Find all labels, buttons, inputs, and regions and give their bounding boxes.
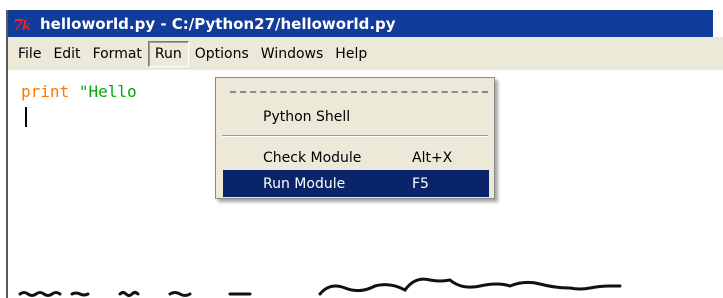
window-title: helloworld.py - C:/Python27/helloworld.p… [40,14,396,33]
menu-item-label: Python Shell [263,108,351,125]
text-cursor [25,107,27,127]
title-bar[interactable]: 7 k helloworld.py - C:/Python27/hellowor… [8,10,713,37]
keyword-print: print [21,82,70,101]
menu-bar: File Edit Format Run Options Windows Hel… [8,37,723,70]
code-line: print "Hello [21,82,137,101]
tearoff-line[interactable] [230,91,488,93]
menu-item-accelerator: Alt+X [412,149,453,166]
menu-windows[interactable]: Windows [255,41,330,67]
menu-options[interactable]: Options [189,41,255,67]
svg-text:k: k [22,19,31,34]
menu-separator [222,135,488,137]
menu-item-run-module[interactable]: Run Module F5 [223,170,489,197]
menu-item-label: Check Module [263,149,362,166]
tk-icon: 7 k [11,13,35,35]
menu-run[interactable]: Run [147,40,189,67]
decorative-scribble [18,277,622,297]
menu-help[interactable]: Help [329,41,373,67]
menu-format[interactable]: Format [87,41,148,67]
string-literal: "Hello [78,82,137,101]
menu-file[interactable]: File [14,41,47,67]
menu-item-check-module[interactable]: Check Module Alt+X [223,144,489,171]
run-menu-dropdown: Python Shell Check Module Alt+X Run Modu… [215,77,495,199]
menu-item-label: Run Module [263,175,346,192]
menu-item-python-shell[interactable]: Python Shell [223,103,489,130]
menu-item-accelerator: F5 [412,175,429,192]
menu-edit[interactable]: Edit [47,41,86,67]
